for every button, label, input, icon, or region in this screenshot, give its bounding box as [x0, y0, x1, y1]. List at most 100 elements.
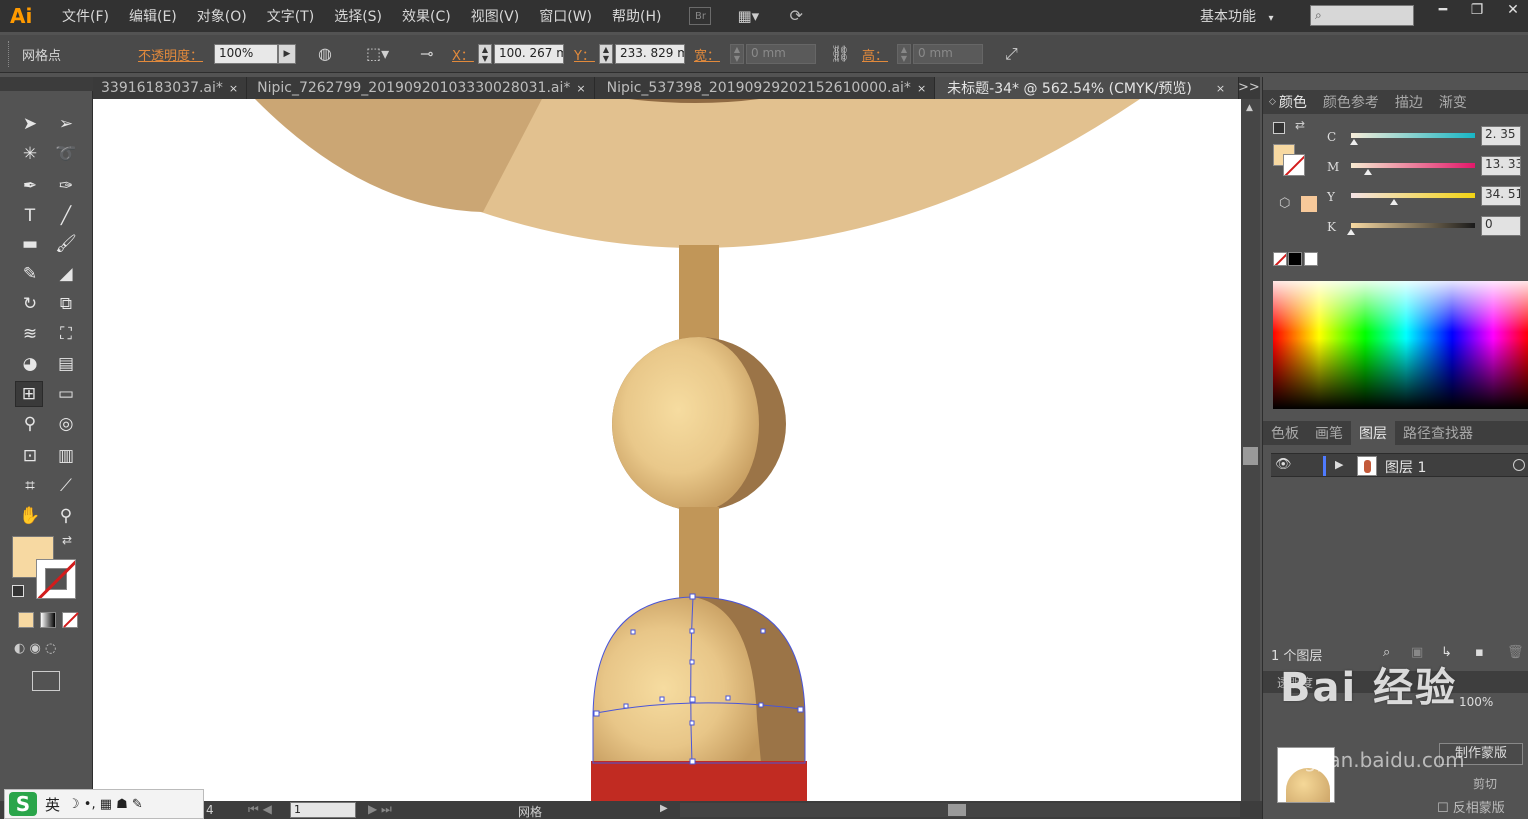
new-layer-icon[interactable]: ▪	[1475, 645, 1484, 660]
vertical-scroll-thumb[interactable]	[1243, 447, 1258, 465]
layer-row[interactable]: 👁 ▶ 图层 1	[1271, 453, 1528, 477]
close-icon[interactable]: ×	[1216, 82, 1225, 95]
artboard-canvas[interactable]	[93, 99, 1241, 801]
layer-name[interactable]: 图层 1	[1385, 457, 1426, 477]
menu-effect[interactable]: 效果(C)	[392, 6, 461, 26]
tab-document-1[interactable]: 33916183037.ai* ×	[93, 77, 248, 99]
menu-view[interactable]: 视图(V)	[461, 6, 530, 26]
symbol-sprayer-tool-icon[interactable]: ⊡	[16, 443, 44, 469]
x-label[interactable]: X：	[452, 45, 474, 64]
gpu-performance-icon[interactable]: ⟳	[789, 6, 815, 26]
lamp-ball[interactable]	[612, 337, 786, 511]
artboard-nav-icons[interactable]: ⏮ ◀	[248, 802, 272, 817]
close-icon[interactable]: ×	[917, 82, 926, 95]
warp-tool-icon[interactable]: ≋	[16, 321, 44, 347]
gradient-mode-icon[interactable]	[40, 612, 56, 628]
black-track[interactable]	[1351, 223, 1475, 228]
free-transform-tool-icon[interactable]: ⛶	[52, 321, 80, 347]
artboard-tool-icon[interactable]: ⌗	[16, 473, 44, 499]
align-selection-icon[interactable]: ⬚▾	[366, 44, 389, 63]
default-colors-icon[interactable]	[1273, 122, 1285, 134]
tab-color[interactable]: 颜色	[1276, 92, 1315, 112]
scale-tool-icon[interactable]: ⧉	[52, 291, 80, 317]
transparency-opacity[interactable]: 100%	[1459, 695, 1493, 709]
width-stepper[interactable]: ▲ ▼	[730, 44, 744, 64]
paintbrush-tool-icon[interactable]: 🖌	[52, 231, 80, 257]
pencil-tool-icon[interactable]: ✎	[16, 261, 44, 287]
artboard-next-icons[interactable]: ▶ ⏭	[368, 802, 392, 817]
width-label[interactable]: 宽：	[694, 45, 720, 64]
slider-knob[interactable]	[1347, 229, 1355, 235]
make-clipping-mask-icon[interactable]: ▣	[1411, 645, 1423, 660]
restore-button[interactable]: ❐	[1464, 2, 1490, 24]
draw-mode-icon[interactable]: ◐ ◉ ◌	[14, 641, 84, 659]
search-input[interactable]: ⌕	[1310, 5, 1414, 26]
lamp-shade[interactable]	[253, 99, 1143, 248]
black-color-swatch[interactable]	[1288, 252, 1302, 266]
none-mode-icon[interactable]	[62, 612, 79, 628]
opacity-field[interactable]: 100%	[214, 44, 278, 64]
lamp-pole-lower[interactable]	[679, 507, 719, 607]
menu-type[interactable]: 文字(T)	[257, 6, 324, 26]
type-tool-icon[interactable]: T	[16, 203, 44, 229]
clip-checkbox[interactable]: 剪切	[1473, 775, 1497, 792]
opacity-label[interactable]: 不透明度：	[138, 45, 203, 64]
constrain-proportions-icon[interactable]: ⛓	[830, 44, 850, 63]
tab-pathfinder[interactable]: 路径查找器	[1395, 423, 1481, 443]
tab-overflow-button[interactable]: >>	[1238, 80, 1260, 95]
y-field[interactable]: 233. 829 m	[615, 44, 685, 64]
tab-document-3[interactable]: Nipic_537398_20190929202152610000.ai* ×	[595, 77, 936, 99]
arrange-documents-icon[interactable]: ▦▾	[737, 7, 767, 25]
y-stepper[interactable]: ▲ ▼	[599, 44, 613, 64]
locate-object-icon[interactable]: ⌕	[1383, 645, 1390, 660]
screen-mode-icon[interactable]	[32, 671, 60, 691]
gradient-tool-icon[interactable]: ▭	[52, 381, 80, 407]
panel-collapse-icon[interactable]	[1487, 79, 1527, 85]
pen-tool-icon[interactable]: ✒	[16, 173, 44, 199]
eyedropper-tool-icon[interactable]: ⚲	[16, 411, 44, 437]
slice-tool-icon[interactable]: ⟋	[52, 473, 80, 499]
panel-arrow-icon[interactable]: ◇	[1263, 97, 1276, 107]
y-label[interactable]: Y：	[574, 45, 595, 64]
tab-stroke[interactable]: 描边	[1387, 92, 1431, 112]
close-icon[interactable]: ×	[229, 82, 238, 95]
ime-tools-icons[interactable]: ☽ •, ▦ ☗ ✎	[68, 797, 143, 812]
menu-file[interactable]: 文件(F)	[52, 6, 119, 26]
color-spectrum[interactable]	[1273, 281, 1528, 409]
zoom-tool-icon[interactable]: ⚲	[52, 503, 80, 529]
cyan-slider[interactable]: C 2. 35	[1323, 126, 1528, 148]
close-icon[interactable]: ×	[576, 82, 585, 95]
layer-target-icon[interactable]	[1513, 459, 1525, 471]
stroke-swatch[interactable]	[36, 559, 76, 599]
hand-tool-icon[interactable]: ✋	[16, 503, 44, 529]
x-field[interactable]: 100. 267 m	[494, 44, 564, 64]
color-mode-icon[interactable]	[18, 612, 34, 628]
lasso-tool-icon[interactable]: ➰	[52, 141, 80, 167]
opacity-dropdown-button[interactable]: ▶	[278, 44, 296, 64]
direct-selection-tool-icon[interactable]: ➢	[52, 111, 80, 137]
default-fill-stroke-icon[interactable]	[12, 585, 24, 597]
shape-builder-tool-icon[interactable]: ◕	[16, 351, 44, 377]
menu-edit[interactable]: 编辑(E)	[119, 6, 187, 26]
none-color-swatch[interactable]	[1273, 252, 1287, 266]
width-field[interactable]: 0 mm	[746, 44, 816, 64]
height-stepper[interactable]: ▲ ▼	[897, 44, 911, 64]
transform-icon[interactable]: ⤢	[1005, 44, 1018, 64]
scroll-up-icon[interactable]: ▲	[1246, 103, 1253, 113]
black-slider[interactable]: K 0	[1323, 216, 1528, 238]
tab-document-2[interactable]: Nipic_7262799_20190920103330028031.ai* ×	[247, 77, 595, 99]
delete-layer-icon[interactable]: 🗑	[1507, 645, 1524, 660]
white-color-swatch[interactable]	[1304, 252, 1318, 266]
menu-window[interactable]: 窗口(W)	[529, 6, 602, 26]
status-menu-icon[interactable]: ▶	[660, 803, 668, 814]
magic-wand-tool-icon[interactable]: ✳	[16, 141, 44, 167]
magenta-track[interactable]	[1351, 163, 1475, 168]
ime-logo-icon[interactable]: S	[9, 792, 37, 816]
cyan-track[interactable]	[1351, 133, 1475, 138]
magenta-value[interactable]: 13. 33	[1481, 156, 1521, 176]
tab-color-guide[interactable]: 颜色参考	[1315, 92, 1387, 112]
tab-swatches[interactable]: 色板	[1263, 423, 1307, 443]
bridge-icon[interactable]: Br	[689, 7, 712, 25]
opacity-mask-thumbnail[interactable]	[1277, 747, 1335, 803]
yellow-value[interactable]: 34. 51	[1481, 186, 1521, 206]
